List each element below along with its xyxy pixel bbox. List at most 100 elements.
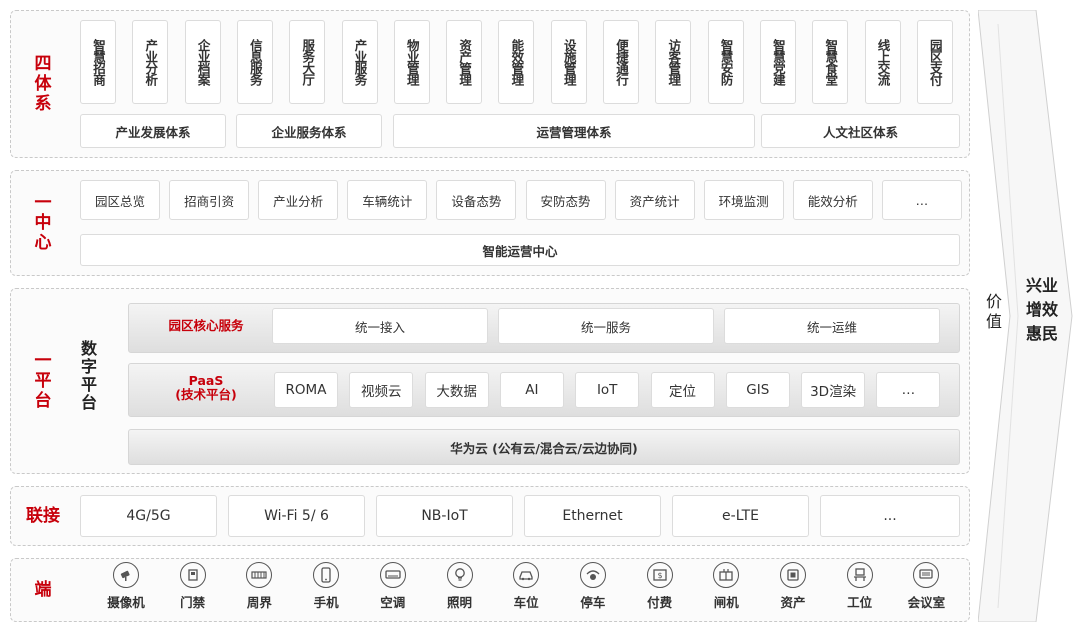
phone-icon — [313, 562, 340, 588]
system-item: 园区支付 — [916, 20, 953, 104]
system-group: 产业发展体系 — [80, 114, 226, 148]
center-item: 招商引资 — [169, 180, 250, 220]
device-item: 摄像机 — [96, 562, 156, 611]
center-item: 能效分析 — [792, 180, 873, 220]
system-group: 人文社区体系 — [761, 114, 960, 148]
system-item: 访客管理 — [655, 20, 692, 104]
connection-item: NB-IoT — [376, 495, 513, 537]
system-item: 产业分析 — [132, 20, 169, 104]
device-label: 车位 — [513, 595, 539, 610]
center-item: 设备态势 — [436, 180, 517, 220]
device-item: 周界 — [229, 562, 289, 611]
layer-label-connection: 联接 — [26, 506, 60, 526]
paas-label: PaaS (技术平台) — [175, 373, 237, 402]
device-item: 车位 — [496, 562, 556, 611]
system-item: 物业管理 — [393, 20, 430, 104]
digital-platform-label: 数字平台 — [80, 339, 97, 412]
device-item: 资产 — [763, 562, 823, 611]
device-label: 门禁 — [180, 595, 206, 610]
device-label: 手机 — [313, 595, 339, 610]
paas-item: ROMA — [274, 372, 338, 408]
paas-item: … — [876, 372, 941, 408]
svg-text:$: $ — [657, 571, 662, 580]
system-item: 资产管理 — [446, 20, 483, 104]
center-item: 安防态势 — [525, 180, 606, 220]
system-group: 运营管理体系 — [393, 114, 755, 148]
system-item: 线上交流 — [864, 20, 901, 104]
device-label: 会议室 — [907, 595, 946, 610]
system-item: 产业服务 — [341, 20, 378, 104]
connection-item: Wi-Fi 5/ 6 — [228, 495, 365, 537]
paas-item: 视频云 — [349, 372, 414, 408]
system-item: 能效管理 — [498, 20, 535, 104]
device-label: 周界 — [246, 595, 272, 610]
center-item: 车辆统计 — [347, 180, 428, 220]
paas-item: 3D渲染 — [801, 372, 866, 408]
gate-icon — [713, 562, 740, 588]
core-service-item: 统一服务 — [498, 308, 714, 344]
device-item: 空调 — [363, 562, 423, 611]
center-item: … — [881, 180, 962, 220]
device-item: 手机 — [296, 562, 356, 611]
paas-item: IoT — [575, 372, 640, 408]
device-item: $ 付费 — [630, 562, 690, 611]
smart-operation-center: 智能运营中心 — [80, 234, 960, 266]
core-service-item: 统一运维 — [724, 308, 940, 344]
huawei-cloud-bar: 华为云 (公有云/混合云/云边协同) — [128, 429, 960, 465]
workstation-icon — [846, 562, 873, 588]
value-main-text: 兴业 增效 惠民 — [1025, 276, 1058, 343]
center-item: 产业分析 — [258, 180, 339, 220]
paas-item: 大数据 — [424, 372, 489, 408]
door-access-icon — [179, 562, 206, 588]
connection-item: ... — [820, 495, 960, 537]
camera-icon — [113, 562, 139, 588]
device-item: 会议室 — [896, 562, 956, 611]
center-item: 环境监测 — [703, 180, 784, 220]
system-item: 智慧党建 — [759, 20, 796, 104]
paas-item: AI — [499, 372, 564, 408]
device-item: 照明 — [430, 562, 490, 611]
system-item: 企业档案 — [184, 20, 221, 104]
device-label: 闸机 — [713, 595, 739, 610]
system-item: 智慧安防 — [707, 20, 744, 104]
system-item: 设施管理 — [550, 20, 587, 104]
layer-label-one-platform: 一平台 — [34, 351, 52, 411]
connection-item: e-LTE — [672, 495, 809, 537]
meeting-room-icon — [913, 562, 940, 588]
connection-item: Ethernet — [524, 495, 661, 537]
value-label: 价值 — [986, 292, 1003, 331]
system-group: 企业服务体系 — [236, 114, 382, 148]
device-item: 闸机 — [696, 562, 756, 611]
device-label: 空调 — [380, 595, 406, 610]
asset-icon — [780, 562, 806, 588]
device-item: 工位 — [830, 562, 890, 611]
paas-item: GIS — [725, 372, 790, 408]
system-item: 便捷通行 — [603, 20, 639, 104]
system-item: 信息服务 — [236, 20, 273, 104]
layer-label-four-systems: 四体系 — [34, 54, 52, 114]
core-service-item: 统一接入 — [272, 308, 488, 344]
device-label: 停车 — [580, 595, 606, 610]
device-label: 摄像机 — [107, 595, 145, 610]
connection-item: 4G/5G — [80, 495, 217, 537]
system-item: 智慧招商 — [80, 20, 116, 104]
perimeter-icon — [246, 562, 273, 588]
layer-label-terminal: 端 — [34, 580, 52, 600]
payment-icon: $ — [646, 562, 673, 588]
air-conditioner-icon — [379, 562, 406, 588]
device-item: 停车 — [563, 562, 623, 611]
system-item: 服务大厅 — [289, 20, 326, 104]
device-label: 资产 — [780, 595, 806, 610]
parking-icon — [579, 562, 606, 588]
system-item: 智慧食堂 — [812, 20, 849, 104]
layer-label-one-center: 一中心 — [34, 193, 52, 253]
center-item: 园区总览 — [80, 180, 160, 220]
device-label: 照明 — [446, 595, 472, 610]
core-services-label: 园区核心服务 — [168, 318, 244, 333]
paas-item: 定位 — [650, 372, 715, 408]
light-bulb-icon — [446, 562, 473, 588]
device-label: 工位 — [847, 595, 873, 610]
car-icon — [513, 562, 540, 588]
device-item: 门禁 — [163, 562, 223, 611]
device-label: 付费 — [647, 595, 673, 610]
